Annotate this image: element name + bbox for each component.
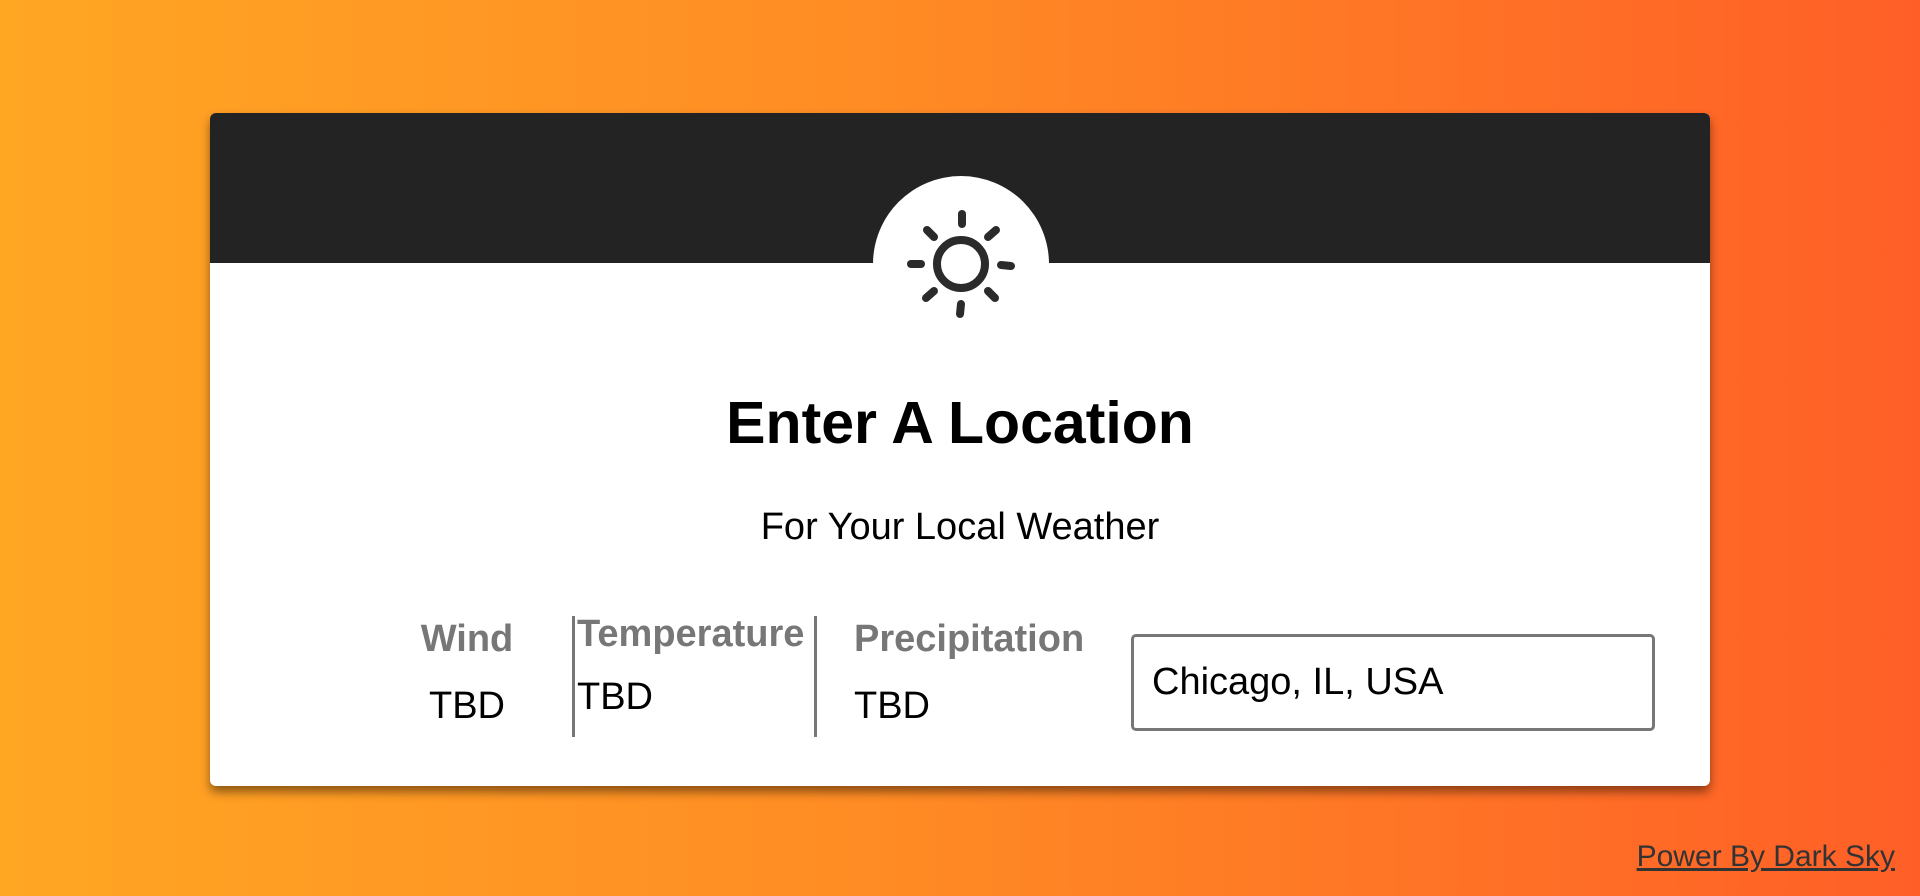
stat-divider — [814, 616, 817, 737]
temperature-label: Temperature — [577, 613, 805, 655]
precipitation-stat: Precipitation TBD — [854, 618, 1084, 728]
sun-icon — [907, 210, 1015, 318]
wind-stat: Wind TBD — [367, 618, 567, 728]
weather-icon-badge — [873, 176, 1049, 352]
precipitation-value: TBD — [854, 685, 930, 727]
wind-value: TBD — [429, 685, 505, 727]
temperature-value: TBD — [577, 676, 653, 718]
precipitation-label: Precipitation — [854, 618, 1085, 660]
wind-label: Wind — [420, 618, 514, 660]
weather-card: Enter A Location For Your Local Weather … — [210, 113, 1710, 786]
temperature-stat: Temperature TBD — [577, 613, 804, 719]
page-subtitle: For Your Local Weather — [760, 506, 1160, 548]
stat-divider — [572, 616, 575, 737]
location-input[interactable] — [1131, 634, 1655, 731]
dark-sky-link[interactable]: Power By Dark Sky — [1637, 840, 1895, 874]
page-title: Enter A Location — [726, 390, 1194, 456]
